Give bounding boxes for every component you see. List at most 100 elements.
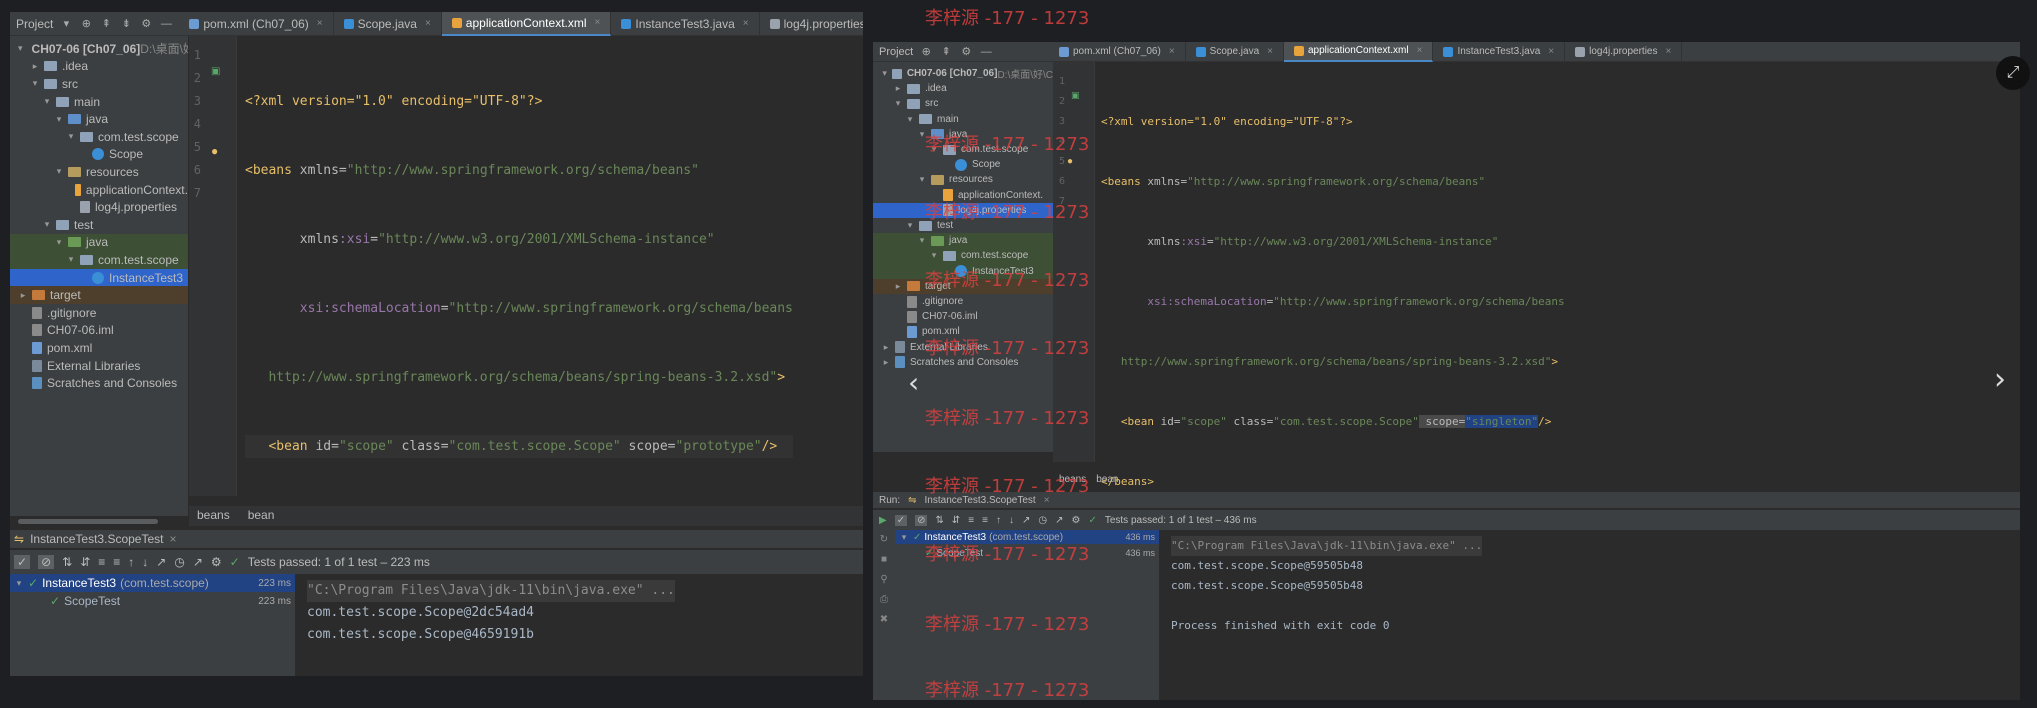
editor-tab[interactable]: log4j.properties×	[1565, 42, 1683, 62]
tab-close-icon[interactable]: ×	[425, 18, 431, 29]
tree-item[interactable]: ▾ java	[10, 110, 188, 128]
next-fail-icon[interactable]: ↓	[142, 555, 148, 569]
code-text[interactable]: <?xml version="1.0" encoding="UTF-8"?> <…	[245, 44, 793, 573]
tree-item[interactable]: ▾ java	[873, 233, 1053, 249]
tree-item[interactable]: ▾ resources	[873, 172, 1053, 187]
test-row[interactable]: ▾ ✓ InstanceTest3 (com.test.scope) 223 ms	[10, 574, 295, 592]
show-passed-icon[interactable]: ✓	[14, 555, 31, 569]
tree-item[interactable]: ▾ resources	[10, 163, 188, 181]
stop-icon[interactable]: ■	[873, 550, 895, 570]
expand-arrow-icon[interactable]: ▾	[917, 174, 927, 185]
tab-close-icon[interactable]: ×	[1267, 46, 1273, 57]
expand-tests-icon[interactable]: ≡	[968, 515, 974, 526]
tree-item[interactable]: ▾ java	[10, 233, 188, 252]
sort-duration-icon[interactable]: ⇵	[952, 515, 960, 526]
collapse-all-icon[interactable]: ⇞	[99, 17, 113, 31]
editor-tab[interactable]: applicationContext.xml ×	[441, 12, 612, 36]
editor-tab[interactable]: InstanceTest3.java ×	[1433, 42, 1566, 62]
locate-icon[interactable]: ⊕	[919, 45, 933, 59]
collapse-tests-icon[interactable]: ≡	[982, 515, 988, 526]
tree-item[interactable]: ▾ test	[10, 216, 188, 234]
editor-tab[interactable]: Scope.java ×	[1186, 42, 1284, 62]
expand-arrow-icon[interactable]: ▾	[54, 114, 64, 125]
expand-arrow-icon[interactable]: ▾	[893, 98, 903, 109]
tree-item[interactable]: log4j.properties	[10, 198, 188, 216]
tree-item[interactable]: ▾ com.test.scope	[10, 251, 188, 269]
expand-arrow-icon[interactable]: ▾	[18, 43, 23, 54]
tree-item[interactable]: ▸ .idea	[873, 81, 1053, 96]
tree-item[interactable]: ▾ src	[10, 75, 188, 93]
expand-arrow-icon[interactable]: ▾	[30, 78, 40, 89]
next-fail-icon[interactable]: ↓	[1009, 515, 1014, 526]
rerun-icon[interactable]: ↻	[873, 530, 895, 550]
project-header[interactable]: Project ⊕ ⇞ ⚙ —	[873, 45, 1049, 59]
tree-item[interactable]: ▾ CH07-06 [Ch07_06] D:\桌面\好\C	[10, 40, 188, 58]
tree-item[interactable]: CH07-06.iml	[10, 322, 188, 340]
collapse-tests-icon[interactable]: ≡	[113, 555, 120, 569]
expand-arrow-icon[interactable]: ▸	[881, 357, 891, 368]
gear-icon[interactable]: ⚙	[139, 17, 153, 31]
tree-item[interactable]: ▾ main	[10, 93, 188, 111]
breadcrumb-bean[interactable]: bean	[1096, 474, 1118, 488]
import-icon[interactable]: ↗	[193, 555, 203, 569]
sort-duration-icon[interactable]: ⇵	[80, 555, 90, 569]
tree-item[interactable]: Scope	[873, 157, 1053, 172]
lightbulb-icon[interactable]: ●	[1067, 156, 1073, 167]
editor-tab[interactable]: Scope.java ×	[334, 12, 442, 36]
expand-arrow-icon[interactable]: ▾	[54, 237, 64, 248]
expand-arrow-icon[interactable]: ▾	[905, 220, 915, 231]
export-icon[interactable]: ↗	[156, 555, 166, 569]
collapse-all-icon[interactable]: ⇞	[939, 45, 953, 59]
tab-close-icon[interactable]: ×	[1417, 45, 1423, 56]
show-passed-icon[interactable]: ✓	[894, 514, 908, 526]
history-icon[interactable]: ◷	[1038, 515, 1047, 526]
tab-close-icon[interactable]: ×	[317, 18, 323, 29]
editor-tab[interactable]: pom.xml (Ch07_06) ×	[179, 12, 334, 36]
run-tab-close-icon[interactable]: ×	[169, 532, 176, 546]
settings-icon[interactable]: ⚙	[211, 555, 222, 569]
editor-tab[interactable]: pom.xml (Ch07_06) ×	[1049, 42, 1186, 62]
expand-icon[interactable]: ⤢	[1996, 56, 2030, 90]
editor-tab[interactable]: log4j.properties×	[760, 12, 863, 36]
pin-icon[interactable]: ⚲	[873, 570, 895, 590]
tree-scrollbar[interactable]	[18, 519, 158, 524]
expand-arrow-icon[interactable]: ▾	[54, 166, 64, 177]
tree-item[interactable]: Scratches and Consoles	[10, 374, 188, 392]
prev-fail-icon[interactable]: ↑	[128, 555, 134, 569]
tab-close-icon[interactable]: ×	[1169, 46, 1175, 57]
expand-arrow-icon[interactable]: ▾	[42, 96, 52, 107]
chevron-left-icon[interactable]: ‹	[908, 366, 919, 399]
tree-item[interactable]: .gitignore	[10, 304, 188, 322]
hide-icon[interactable]: —	[979, 45, 993, 59]
import-icon[interactable]: ↗	[1055, 515, 1063, 526]
expand-arrow-icon[interactable]: ▾	[929, 250, 939, 261]
expand-arrow-icon[interactable]: ▸	[18, 290, 28, 301]
prev-fail-icon[interactable]: ↑	[996, 515, 1001, 526]
console-output[interactable]: "C:\Program Files\Java\jdk-11\bin\java.e…	[1159, 530, 2020, 700]
trash-icon[interactable]: ✖	[873, 610, 895, 630]
expand-arrow-icon[interactable]: ▸	[881, 342, 891, 353]
tab-close-icon[interactable]: ×	[1548, 46, 1554, 57]
expand-arrow-icon[interactable]: ▸	[893, 83, 903, 94]
expand-arrow-icon[interactable]: ▾	[917, 235, 927, 246]
code-editor[interactable]: 1 2 3 4 5 6 7 ▣ ● <?xml version="1.0" encoding…	[189, 36, 863, 523]
run-tab[interactable]: InstanceTest3.ScopeTest	[30, 532, 163, 546]
expand-arrow-icon[interactable]: ▾	[42, 219, 52, 230]
tab-close-icon[interactable]: ×	[1665, 46, 1671, 57]
expand-arrow-icon[interactable]: ▸	[893, 281, 903, 292]
editor-tab[interactable]: InstanceTest3.java ×	[611, 12, 760, 36]
expand-arrow-icon[interactable]: ▾	[66, 254, 76, 265]
show-ignored-icon[interactable]: ⊘	[915, 514, 928, 526]
test-row[interactable]: ✓ ScopeTest 223 ms	[10, 592, 295, 610]
code-text[interactable]: <?xml version="1.0" encoding="UTF-8"?> <…	[1101, 72, 1565, 532]
settings-icon[interactable]: ⚙	[1071, 515, 1080, 526]
expand-arrow-icon[interactable]: ▾	[881, 68, 888, 79]
expand-arrow-icon[interactable]: ▸	[30, 61, 40, 72]
breadcrumb-bean[interactable]: bean	[248, 508, 275, 524]
gear-icon[interactable]: ⚙	[959, 45, 973, 59]
editor-tab[interactable]: applicationContext.xml ×	[1283, 42, 1434, 62]
tree-item[interactable]: Scope	[10, 146, 188, 164]
print-icon[interactable]: ⎙	[873, 590, 895, 610]
tree-item[interactable]: External Libraries	[10, 357, 188, 375]
tree-item[interactable]: InstanceTest3	[10, 268, 188, 287]
